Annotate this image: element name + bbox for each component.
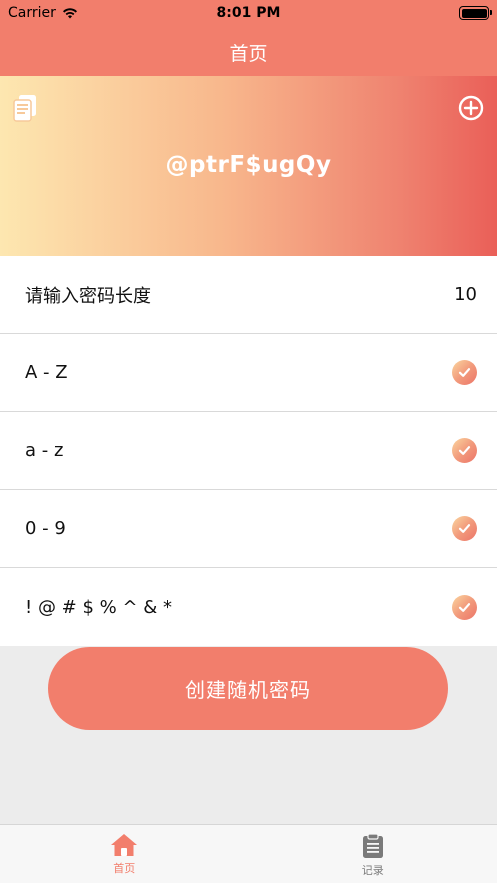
password-length-value[interactable]: 10 xyxy=(454,284,477,305)
option-label: ! @ # $ % ^ & * xyxy=(25,596,173,618)
password-banner: @ptrF$ugQy xyxy=(0,76,497,256)
checkmark-icon[interactable] xyxy=(452,360,477,385)
password-length-row[interactable]: 请输入密码长度 10 xyxy=(0,256,497,334)
generated-password: @ptrF$ugQy xyxy=(165,152,332,178)
page-title: 首页 xyxy=(229,42,268,65)
option-label: 0 - 9 xyxy=(25,518,66,539)
tab-records[interactable]: 记录 xyxy=(249,825,497,883)
status-bar: Carrier 8:01 PM xyxy=(0,0,497,28)
option-label: A - Z xyxy=(25,362,68,383)
battery-icon xyxy=(459,6,492,20)
checkmark-icon[interactable] xyxy=(452,516,477,541)
clipboard-icon xyxy=(362,833,383,858)
tab-home[interactable]: 首页 xyxy=(0,825,249,883)
option-label: a - z xyxy=(25,440,64,461)
copy-icon[interactable] xyxy=(12,94,38,122)
options-list: 请输入密码长度 10 A - Z a - z 0 - 9 ! @ # $ % ^… xyxy=(0,256,497,646)
tab-label: 首页 xyxy=(113,862,136,875)
password-length-label: 请输入密码长度 xyxy=(25,285,151,307)
option-symbols-row[interactable]: ! @ # $ % ^ & * xyxy=(0,568,497,646)
checkmark-icon[interactable] xyxy=(452,594,477,620)
create-password-button[interactable]: 创建随机密码 xyxy=(48,647,448,730)
home-icon xyxy=(111,834,138,856)
tab-bar: 首页 记录 xyxy=(0,824,497,883)
add-icon[interactable] xyxy=(458,95,484,121)
create-password-label: 创建随机密码 xyxy=(185,678,311,702)
status-time: 8:01 PM xyxy=(216,5,281,21)
option-digits-row[interactable]: 0 - 9 xyxy=(0,490,497,568)
option-lowercase-row[interactable]: a - z xyxy=(0,412,497,490)
tab-label: 记录 xyxy=(361,864,384,877)
nav-bar: 首页 xyxy=(0,28,497,76)
checkmark-icon[interactable] xyxy=(452,438,477,463)
option-uppercase-row[interactable]: A - Z xyxy=(0,334,497,412)
